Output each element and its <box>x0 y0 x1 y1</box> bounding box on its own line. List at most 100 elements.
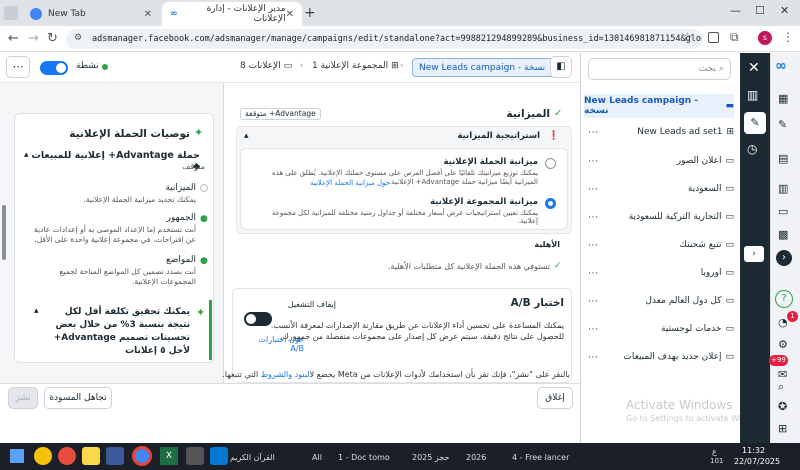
app-icon[interactable] <box>186 447 204 465</box>
campaign-status-toggle[interactable] <box>40 61 68 75</box>
back-icon[interactable]: ← <box>8 31 19 46</box>
more-icon[interactable]: ⋯ <box>588 212 598 223</box>
settings-icon[interactable]: ⚙ <box>778 338 788 351</box>
help-icon[interactable]: ? <box>775 290 793 308</box>
browser-menu-icon[interactable]: ⋮ <box>782 30 794 44</box>
clock-time[interactable]: 11:32 <box>742 446 765 455</box>
campaign-budget-link[interactable]: حول ميزانية الحملة الإعلانية <box>250 179 390 187</box>
more-icon[interactable]: ⋯ <box>588 184 598 195</box>
more-icon[interactable]: ⋯ <box>588 127 598 138</box>
bug-report-icon[interactable]: ✪ <box>778 400 787 413</box>
audience-icon[interactable]: ▩ <box>778 228 788 241</box>
tree-item-ad[interactable]: ⋯ خدمات لوجستية ▭ <box>584 317 734 341</box>
tree-item-ad[interactable]: ⋯ اوروبا ▭ <box>584 261 734 285</box>
site-info-icon[interactable]: ⚙ <box>74 33 82 43</box>
taskbar-item[interactable]: All <box>312 446 332 468</box>
meta-logo-icon[interactable]: ∞ <box>775 58 787 74</box>
tree-item-ad[interactable]: ⋯ اعلان الصور ▭ <box>584 149 734 173</box>
grid-icon[interactable]: ⊞ <box>778 422 787 435</box>
close-editor-icon[interactable]: ✕ <box>748 60 760 76</box>
discard-draft-button[interactable]: تجاهل المسودة <box>44 387 112 409</box>
taskbar-item[interactable]: حجز 2025 <box>412 446 462 468</box>
extensions-icon[interactable]: ⧉ <box>730 30 739 45</box>
edit-icon[interactable]: ✎ <box>778 118 787 131</box>
new-tab-icon[interactable]: + <box>304 5 316 21</box>
edit-icon[interactable]: ✎ <box>744 112 766 134</box>
chart-icon[interactable]: ▥ <box>747 88 758 102</box>
tree-item-adset[interactable]: ⋯ New Leads ad set1 ⊞ <box>584 120 734 144</box>
bookmark-star-icon[interactable]: ☆ <box>682 30 693 44</box>
tree-item-ad[interactable]: ⋯ إعلان جديد بهدف المبيعات ▭ <box>584 345 734 369</box>
excel-icon[interactable]: X <box>160 447 178 465</box>
notifications-icon[interactable]: ◔ <box>778 316 788 329</box>
url-bar[interactable]: adsmanager.facebook.com/adsmanager/manag… <box>66 29 702 49</box>
start-icon[interactable] <box>10 449 24 463</box>
breadcrumb-campaign[interactable]: New Leads campaign - نسخة ▬ <box>412 58 565 77</box>
strategy-collapse-icon[interactable]: ▴ <box>244 131 249 141</box>
more-icon[interactable]: ⋯ <box>588 240 598 251</box>
close-tab-icon[interactable]: ✕ <box>286 9 294 20</box>
info-icon[interactable]: ❗ <box>548 131 559 141</box>
more-icon[interactable]: ⋯ <box>588 352 598 363</box>
language-indicator[interactable]: ع <box>712 447 717 456</box>
terms-link[interactable]: البنود والشروط <box>261 370 310 379</box>
dashboard-icon[interactable]: ▦ <box>778 92 788 105</box>
search-icon[interactable]: ⌕ <box>778 380 784 394</box>
tree-item-ad[interactable]: ⋯ التجارية التركية للسعودية ▭ <box>584 205 734 229</box>
tree-search-input[interactable]: بحث ⌕ <box>588 58 731 80</box>
expand-rail-icon[interactable]: › <box>744 246 764 262</box>
history-icon[interactable]: ◷ <box>747 142 757 156</box>
rec-budget-title: الميزانية <box>165 183 196 193</box>
more-icon[interactable]: ⋯ <box>588 296 598 307</box>
pages-icon[interactable]: ▥ <box>778 182 788 195</box>
tab-new-tab[interactable]: New Tab ✕ <box>22 2 160 26</box>
folder-icon: ▬ <box>725 101 734 111</box>
close-tab-icon[interactable]: ✕ <box>144 9 152 20</box>
tree-item-campaign[interactable]: New Leads campaign - نسخة ▬ <box>584 94 734 118</box>
app-icon[interactable] <box>210 447 228 465</box>
campaign-budget-radio[interactable] <box>545 158 556 169</box>
toggle-panel-icon[interactable]: ◧ <box>550 56 572 78</box>
more-icon[interactable]: ⋯ <box>588 268 598 279</box>
app-icon[interactable] <box>34 447 52 465</box>
more-icon[interactable]: ⋯ <box>588 156 598 167</box>
billing-icon[interactable]: ▭ <box>778 205 788 218</box>
publish-button[interactable]: نشر <box>8 387 38 409</box>
left-scrollbar[interactable] <box>2 205 6 260</box>
taskbar-item[interactable]: القرآن الكريم <box>230 446 300 468</box>
more-icon[interactable]: ⋯ <box>588 324 598 335</box>
ad-icon: ▭ <box>725 352 734 362</box>
maximize-icon[interactable]: ☐ <box>755 4 765 17</box>
clock-date[interactable]: 22/07/2025 <box>734 457 780 466</box>
taskbar-item[interactable]: 4 - Free lancer <box>512 446 582 468</box>
expand-icon[interactable]: › <box>776 250 792 266</box>
breadcrumb-adsets[interactable]: 1 المجموعة الإعلانية ⊞ <box>312 61 399 71</box>
tab-ads-manager[interactable]: ∞ مدير الإعلانات - إدارة الإعلانات ✕ <box>162 2 302 26</box>
close-button[interactable]: إغلاق <box>537 387 573 409</box>
tab-search-icon[interactable] <box>4 6 18 20</box>
minimize-icon[interactable]: — <box>730 4 741 17</box>
more-options-button[interactable]: ⋯ <box>6 56 30 78</box>
taskbar-item[interactable]: 2026 <box>466 446 506 468</box>
notification-badge: 1 <box>787 311 798 322</box>
breadcrumb-ads[interactable]: 8 الإعلانات ▭ <box>240 61 292 71</box>
close-window-icon[interactable]: ✕ <box>780 4 789 17</box>
reload-icon[interactable]: ↻ <box>47 31 58 46</box>
status-dot-icon <box>102 64 108 70</box>
taskbar-item[interactable]: 1 - Doc tomo <box>338 446 408 468</box>
app-icon[interactable] <box>106 447 124 465</box>
folder-icon[interactable] <box>82 447 100 465</box>
callout-collapse-icon[interactable]: ▴ <box>34 306 39 316</box>
adset-budget-radio[interactable] <box>545 198 556 209</box>
tree-item-ad[interactable]: ⋯ تتبع شحنتك ▭ <box>584 233 734 257</box>
tree-item-ad[interactable]: ⋯ كل دول العالم معدل ▭ <box>584 289 734 313</box>
screenshot-icon[interactable] <box>708 32 719 43</box>
tree-item-ad[interactable]: ⋯ السعودية ▭ <box>584 177 734 201</box>
ab-test-link[interactable]: حول اختبارات A/B <box>244 335 304 353</box>
app-icon[interactable] <box>58 447 76 465</box>
collapse-chevron-icon[interactable]: ▴ <box>24 150 29 160</box>
profile-avatar[interactable]: s <box>758 31 772 45</box>
chrome-taskbar-icon[interactable] <box>132 446 152 466</box>
catalog-icon[interactable]: ▤ <box>778 152 788 165</box>
forward-icon[interactable]: → <box>28 31 39 46</box>
